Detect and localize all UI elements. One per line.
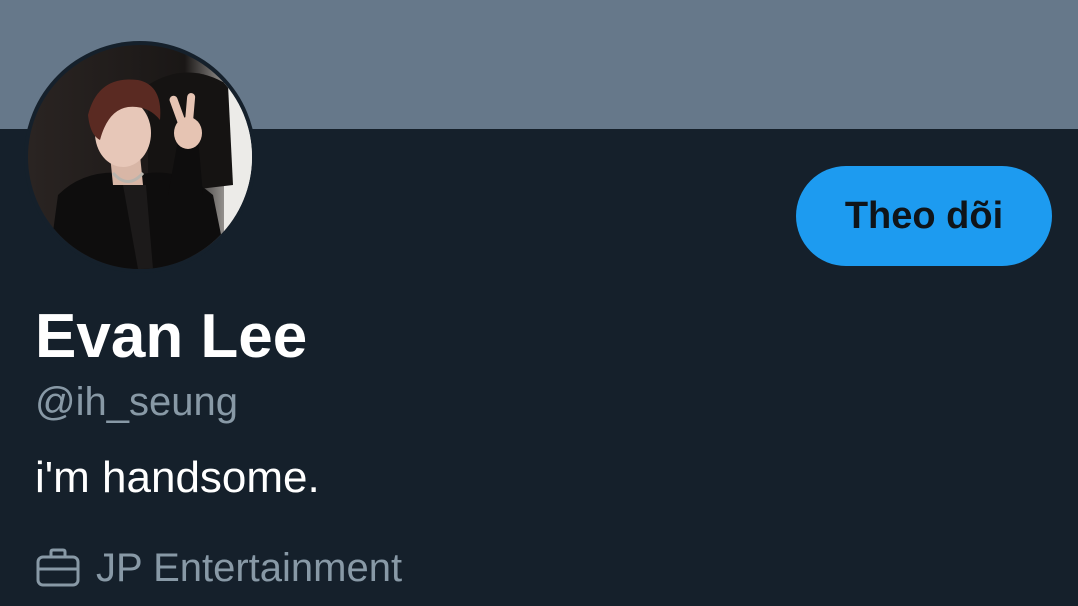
profile-work-label: JP Entertainment bbox=[96, 546, 403, 590]
profile-bio: i'm handsome. bbox=[35, 453, 320, 502]
briefcase-icon bbox=[36, 548, 80, 587]
follow-button[interactable]: Theo dõi bbox=[796, 166, 1052, 266]
avatar-photo bbox=[28, 45, 252, 269]
profile-meta-row: JP Entertainment bbox=[35, 540, 402, 596]
username-handle: @ih_seung bbox=[35, 380, 238, 424]
avatar[interactable] bbox=[24, 41, 256, 273]
display-name: Evan Lee bbox=[35, 302, 308, 371]
